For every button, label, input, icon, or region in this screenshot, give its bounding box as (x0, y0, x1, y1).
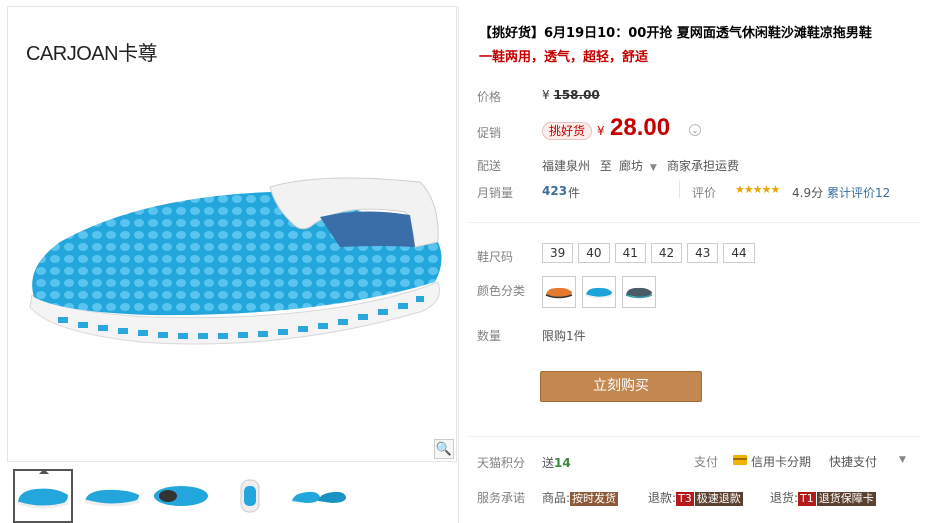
product-subtitle: 一鞋两用，透气，超轻，舒适 (479, 50, 649, 65)
sales-unit: 件 (568, 186, 581, 200)
caret-down-icon: ▼ (649, 163, 657, 173)
shipping-label: 配送 (477, 159, 502, 173)
currency-symbol: ¥ (542, 88, 550, 102)
service-label: 服务承诺 (477, 491, 526, 505)
ship-destination: 廊坊 (619, 159, 644, 173)
thumbnail-5[interactable] (289, 469, 349, 523)
divider (679, 180, 680, 198)
color-label: 颜色分类 (477, 284, 526, 298)
credit-card-icon (733, 455, 747, 465)
thumb-shoe-icon (292, 491, 346, 503)
points-label: 天猫积分 (477, 456, 526, 470)
chevron-down-icon[interactable]: ⌄ (689, 124, 701, 136)
size-options: 39 40 41 42 43 44 (542, 243, 760, 263)
credit-installment[interactable]: 信用卡分期 (751, 453, 811, 470)
service-prefix: 退款: (648, 491, 677, 505)
points-number: 14 (554, 456, 571, 470)
quick-pay[interactable]: 快捷支付 (829, 453, 877, 470)
service-prefix: 商品: (542, 491, 571, 505)
thumb-shoe-icon (240, 479, 260, 513)
size-option[interactable]: 39 (542, 243, 574, 263)
price-label: 价格 (477, 90, 502, 104)
original-price-value: 158.00 (553, 88, 600, 102)
divider (469, 436, 921, 437)
original-price: ¥ 158.00 (542, 88, 600, 102)
product-gallery: CARJOAN卡尊 🔍 (7, 6, 457, 523)
thumb-shoe-icon (84, 489, 140, 507)
shoe-swatch-icon (585, 287, 613, 299)
rating-stars: ★★★★★ (735, 183, 780, 196)
thumbnail-2[interactable] (82, 469, 142, 523)
caret-down-icon[interactable]: ▼ (899, 455, 906, 465)
size-option[interactable]: 42 (650, 243, 683, 263)
thumb-shoe-icon (154, 486, 208, 506)
buy-now-button[interactable]: 立刻购买 (540, 371, 702, 402)
brand-logo: CARJOAN卡尊 (26, 43, 158, 65)
color-option-blue[interactable] (582, 276, 616, 308)
divider (469, 222, 921, 223)
review-count-link[interactable]: 累计评价12 (827, 184, 890, 201)
thumbnail-strip (13, 469, 393, 523)
points-value: 送14 (542, 454, 571, 471)
sales-count: 423 (542, 184, 568, 198)
color-option-orange[interactable] (542, 276, 576, 308)
promo-tag: 挑好货 (542, 122, 593, 140)
service-badge: 极速退款 (694, 492, 743, 506)
ship-destination-select[interactable]: 廊坊 ▼ (619, 157, 657, 174)
ship-origin: 福建泉州 (542, 159, 591, 173)
product-info-panel: 【挑好货】6月19日10：00开抢 夏网面透气休闲鞋沙滩鞋凉拖男鞋 一鞋两用，透… (458, 6, 930, 523)
size-label: 鞋尺码 (477, 250, 514, 264)
shipping-fee: 商家承担运费 (667, 159, 740, 173)
service-return[interactable]: 退货: T1 退货保障卡 (770, 489, 876, 506)
shoe-swatch-icon (545, 287, 573, 299)
purchase-limit: 限购1件 (542, 329, 586, 343)
promo-currency: ¥ (597, 124, 605, 138)
size-option[interactable]: 40 (578, 243, 610, 263)
ship-to-word: 至 (599, 159, 612, 173)
color-option-gray[interactable] (622, 276, 656, 308)
product-title: 【挑好货】6月19日10：00开抢 夏网面透气休闲鞋沙滩鞋凉拖男鞋 (479, 26, 872, 41)
quantity-label: 数量 (477, 329, 502, 343)
payment-label: 支付 (694, 455, 719, 469)
service-prefix: 退货: (770, 491, 799, 505)
review-label: 评价 (692, 186, 717, 200)
shoe-swatch-icon (625, 287, 653, 299)
points-prefix: 送 (542, 456, 555, 470)
sales-label: 月销量 (477, 186, 514, 200)
promo-price: 28.00 (610, 114, 671, 141)
service-refund[interactable]: 退款: T3 极速退款 (648, 489, 743, 506)
ship-from: 福建泉州 至 (542, 157, 612, 174)
promo-label: 促销 (477, 126, 502, 140)
shoe-image (29, 177, 442, 345)
magnifier-icon[interactable]: 🔍 (434, 439, 454, 459)
thumbnail-3[interactable] (151, 469, 211, 523)
color-options (542, 276, 662, 308)
service-ontime[interactable]: 商品: 按时发货 (542, 489, 619, 506)
thumbnail-1[interactable] (13, 469, 73, 523)
size-option[interactable]: 44 (723, 243, 755, 263)
size-option[interactable]: 43 (687, 243, 719, 263)
service-code: T1 (798, 492, 816, 506)
thumb-shoe-icon (17, 488, 69, 509)
thumbnail-4[interactable] (220, 469, 280, 523)
service-badge: 按时发货 (570, 492, 619, 506)
service-code: T3 (676, 492, 694, 506)
main-product-image[interactable]: CARJOAN卡尊 🔍 (7, 6, 457, 462)
size-option[interactable]: 41 (614, 243, 646, 263)
service-badge: 退货保障卡 (816, 492, 876, 506)
rating-score: 4.9分 (792, 186, 824, 200)
